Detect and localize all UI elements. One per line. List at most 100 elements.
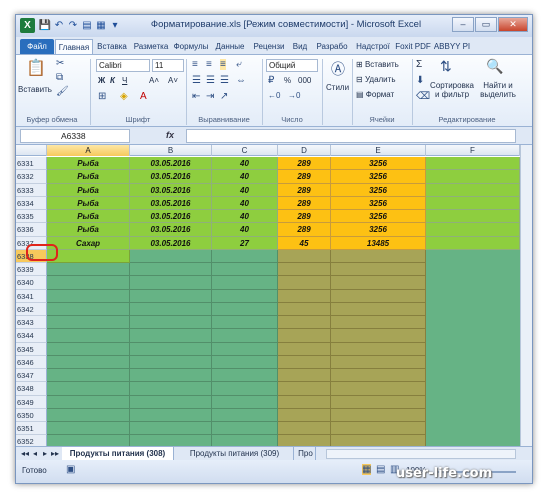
restore-button[interactable]: ▭ (475, 17, 497, 32)
format-cells-button[interactable]: ▤ Формат (356, 90, 394, 99)
sheet-nav-icon[interactable]: ◂◂ (20, 447, 30, 460)
cell-d[interactable]: 289 (278, 183, 331, 197)
redo-icon[interactable]: ↷ (66, 18, 80, 33)
cell-d[interactable]: 289 (278, 223, 331, 237)
grow-font-button[interactable]: A˄ (149, 76, 159, 85)
sheet-nav-icon[interactable]: ◂ (30, 447, 40, 460)
empty-cell[interactable] (130, 289, 212, 303)
empty-cell[interactable] (130, 408, 212, 422)
empty-cell[interactable] (212, 342, 278, 356)
excel-app-icon[interactable]: X (20, 18, 35, 33)
empty-cell[interactable] (212, 316, 278, 330)
empty-cell[interactable] (426, 289, 520, 303)
sheet-nav-icon[interactable]: ▸ (40, 447, 50, 460)
currency-icon[interactable]: ₽ (268, 75, 274, 86)
empty-cell[interactable] (130, 422, 212, 436)
cell-a[interactable]: Рыба (47, 223, 130, 237)
ribbon-tab[interactable]: Foxit PDF (394, 39, 432, 54)
merge-cells-icon[interactable]: ⇔ (236, 75, 246, 86)
empty-cell[interactable] (331, 408, 426, 422)
ribbon-tab[interactable]: Разметка (131, 39, 171, 54)
save-icon[interactable]: 💾 (38, 18, 52, 33)
empty-cell[interactable] (331, 249, 426, 263)
empty-cell[interactable] (278, 302, 331, 316)
empty-cell[interactable] (212, 422, 278, 436)
empty-cell[interactable] (278, 249, 331, 263)
cell-f[interactable] (426, 183, 520, 197)
cell-f[interactable] (426, 210, 520, 224)
empty-cell[interactable] (130, 276, 212, 290)
cell-a[interactable]: Рыба (47, 157, 130, 171)
find-select-icon[interactable]: 🔍 (486, 58, 503, 75)
empty-cell[interactable] (212, 329, 278, 343)
cell-c[interactable]: 27 (212, 236, 278, 250)
cell-d[interactable]: 289 (278, 170, 331, 184)
cell-d[interactable]: 289 (278, 196, 331, 210)
align-left-icon[interactable]: ☰ (192, 75, 201, 86)
empty-cell[interactable] (426, 382, 520, 396)
row-header[interactable]: 6333 (16, 183, 47, 197)
empty-cell[interactable] (278, 395, 331, 409)
cell-e[interactable]: 3256 (331, 223, 426, 237)
styles-icon[interactable]: Ⓐ (328, 59, 348, 79)
empty-cell[interactable] (426, 408, 520, 422)
minimize-button[interactable]: – (452, 17, 474, 32)
empty-cell[interactable] (47, 422, 130, 436)
column-header-c[interactable]: C (212, 145, 278, 156)
clear-icon[interactable]: ⌫ (416, 91, 430, 102)
number-format-combo[interactable]: Общий (266, 59, 318, 72)
empty-cell[interactable] (47, 249, 130, 263)
empty-cell[interactable] (47, 408, 130, 422)
fill-color-icon[interactable]: ◈ (120, 91, 128, 102)
insert-cells-button[interactable]: ⊞ Вставить (356, 60, 399, 69)
row-header[interactable]: 6334 (16, 196, 47, 210)
empty-cell[interactable] (331, 329, 426, 343)
empty-cell[interactable] (331, 342, 426, 356)
empty-cell[interactable] (278, 342, 331, 356)
empty-cell[interactable] (278, 408, 331, 422)
empty-cell[interactable] (426, 276, 520, 290)
empty-cell[interactable] (212, 302, 278, 316)
column-header-a[interactable]: A (47, 145, 130, 156)
quick-access-icon[interactable]: ▦ (94, 18, 108, 33)
cell-c[interactable]: 40 (212, 210, 278, 224)
cell-e[interactable]: 3256 (331, 183, 426, 197)
increase-indent-icon[interactable]: ⇥ (206, 91, 214, 102)
cell-d[interactable]: 289 (278, 210, 331, 224)
cell-f[interactable] (426, 196, 520, 210)
cell-a[interactable]: Рыба (47, 183, 130, 197)
cell-f[interactable] (426, 236, 520, 250)
borders-icon[interactable]: ⊞ (98, 91, 106, 102)
font-color-icon[interactable]: A (140, 91, 147, 102)
underline-button[interactable]: Ч (122, 76, 127, 85)
column-header-e[interactable]: E (331, 145, 426, 156)
cell-f[interactable] (426, 170, 520, 184)
bold-button[interactable]: Ж (98, 76, 105, 85)
empty-cell[interactable] (130, 249, 212, 263)
paste-icon[interactable]: 📋 (24, 58, 48, 80)
empty-cell[interactable] (278, 263, 331, 277)
empty-cell[interactable] (130, 382, 212, 396)
cell-a[interactable]: Рыба (47, 170, 130, 184)
font-size-combo[interactable]: 11 (152, 59, 184, 72)
empty-cell[interactable] (331, 369, 426, 383)
column-header-b[interactable]: B (130, 145, 212, 156)
empty-cell[interactable] (426, 316, 520, 330)
row-header[interactable]: 6351 (16, 422, 47, 436)
cell-e[interactable]: 3256 (331, 157, 426, 171)
empty-cell[interactable] (130, 329, 212, 343)
cell-a[interactable]: Сахар (47, 236, 130, 250)
align-top-icon[interactable]: ≡ (192, 59, 198, 70)
empty-cell[interactable] (331, 382, 426, 396)
row-header[interactable]: 6345 (16, 342, 47, 356)
empty-cell[interactable] (278, 276, 331, 290)
cell-b[interactable]: 03.05.2016 (130, 210, 212, 224)
insert-function-icon[interactable]: fx (166, 130, 180, 140)
empty-cell[interactable] (212, 289, 278, 303)
formula-input[interactable] (186, 129, 516, 143)
sheet-nav-icon[interactable]: ▸▸ (50, 447, 60, 460)
row-header[interactable]: 6346 (16, 355, 47, 369)
ribbon-tab[interactable]: Вид (289, 39, 311, 54)
empty-cell[interactable] (278, 422, 331, 436)
close-button[interactable]: ✕ (498, 17, 528, 32)
